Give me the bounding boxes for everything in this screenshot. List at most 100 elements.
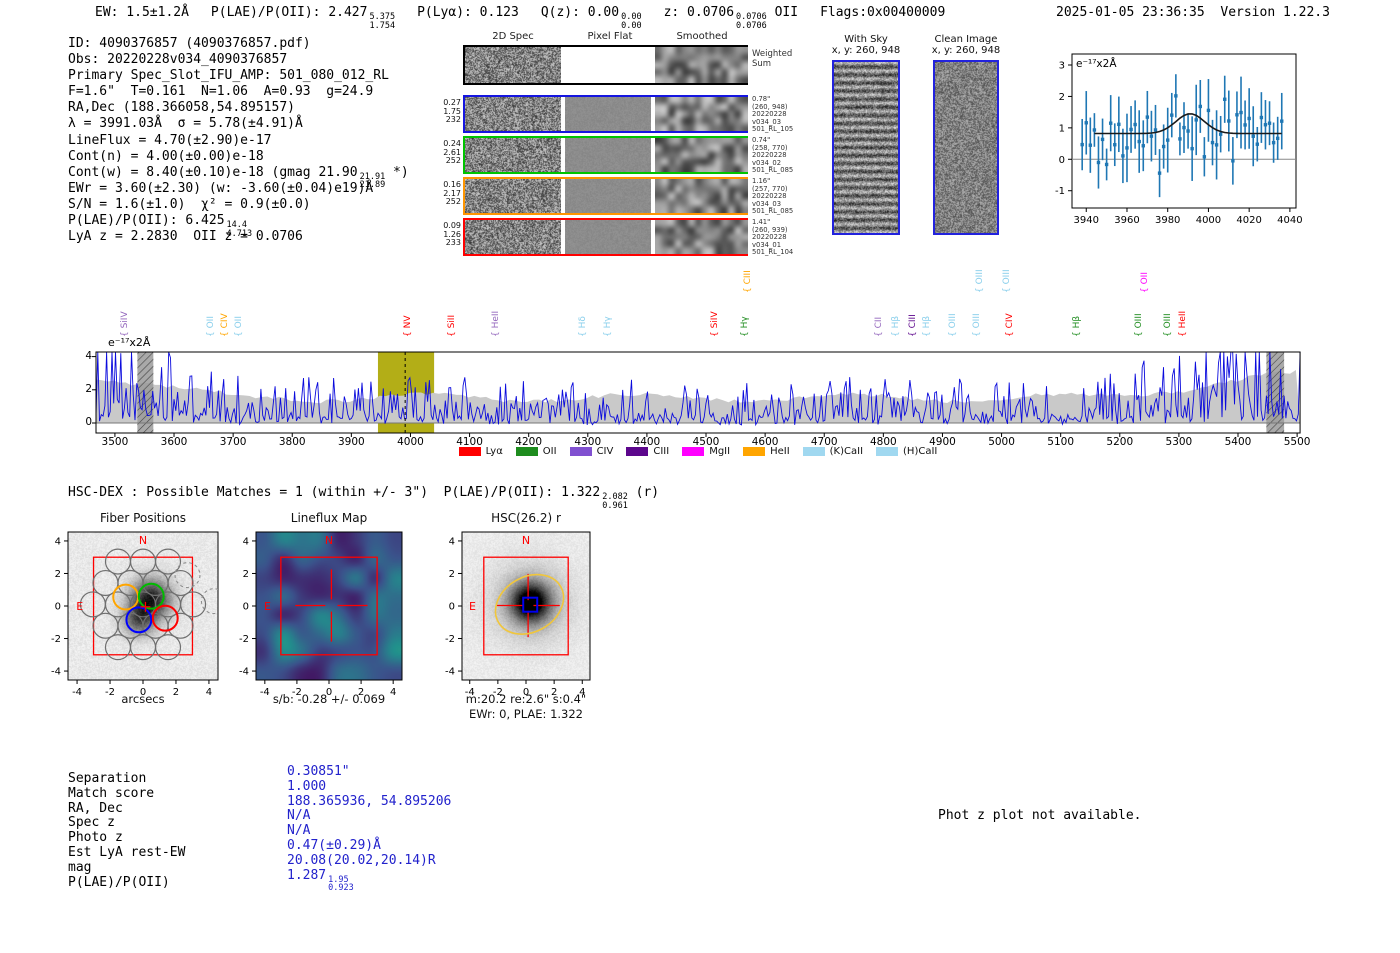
info-line-0: ID: 4090376857 (4090376857.pdf) <box>68 36 409 52</box>
info-line-5: λ = 3991.03Å σ = 5.78(±4.91)Å <box>68 116 303 131</box>
header-stat-1-frac: 5.375 1.754 <box>369 13 395 30</box>
compass-east: E <box>76 600 83 613</box>
match-value-2: 188.365936, 54.895206 <box>287 794 451 809</box>
cutout-row <box>463 45 748 85</box>
sky-panel-image-0 <box>832 60 900 235</box>
panel-y-tick-label: -4 <box>51 667 61 678</box>
fit-data-point <box>1125 146 1129 150</box>
sub: 0.00 <box>621 20 642 31</box>
cutout-row <box>463 95 748 133</box>
info-line-12: LyA z = 2.2830 OII z = 0.0706 <box>68 229 303 244</box>
info-line-8-post: *) <box>385 164 409 180</box>
legend-swatch <box>802 447 825 456</box>
fit-x-tick-label: 3960 <box>1114 215 1139 226</box>
info-line-12: LyA z = 2.2830 OII z = 0.0706 <box>68 229 409 245</box>
match-value-5-text: 0.47(±0.29)Å <box>287 837 381 853</box>
fiber-circle <box>129 548 157 575</box>
panel-y-tick-label: 4 <box>243 536 249 547</box>
fit-data-point <box>1190 146 1194 151</box>
cutout-right-meta: 0.78" (260, 948) 20220228 v034_03 501_RL… <box>752 95 794 134</box>
sub: 0.923 <box>328 883 354 894</box>
info-line-10-text: S/N = 1.6(±1.0) χ² = 0.9(±0.0) <box>68 196 311 212</box>
info-line-9: EWr = 3.60(±2.30) (w: -3.60(±0.04)e19)Å <box>68 181 409 197</box>
panel-y-tick-label: -2 <box>239 634 249 645</box>
info-line-8-text: Cont(w) = 8.40(±0.10)e-18 (gmag 21.90 <box>68 164 358 180</box>
legend-swatch <box>515 447 538 456</box>
fit-data-point <box>1080 142 1084 147</box>
panel-xlabel2-2: EWr: 0, PLAE: 1.322 <box>469 707 583 721</box>
line-marker-OII: { OII <box>233 316 244 337</box>
petrosian-ellipse <box>494 573 565 635</box>
fit-y-tick-label: 1 <box>1059 123 1065 134</box>
cutout-cell-image <box>465 179 561 213</box>
info-line-2-text: Primary Spec_Slot_IFU_AMP: 501_080_012_R… <box>68 68 389 84</box>
match-value-4: N/A <box>287 823 451 839</box>
fit-x-tick-label: 4020 <box>1236 215 1261 226</box>
info-line-10: S/N = 1.6(±1.0) χ² = 0.9(±0.0) <box>68 197 311 212</box>
panel-y-tick-label: -2 <box>51 634 61 645</box>
panel-overlays <box>79 548 218 661</box>
info-line-7: Cont(n) = 4.00(±0.00)e-18 <box>68 149 264 164</box>
fit-y-tick-label: 2 <box>1059 92 1065 103</box>
cutout-row <box>463 136 748 174</box>
legend-swatch <box>569 447 592 456</box>
match-value-4-text: N/A <box>287 823 311 839</box>
panel-svg-0: -4-4-2-2002244 NE <box>51 531 219 698</box>
panel-y-tick-label: -4 <box>239 667 249 678</box>
info-line-3: F=1.6" T=0.161 N=1.06 A=0.93 g=24.9 <box>68 84 409 100</box>
match-value-3: N/A <box>287 808 310 823</box>
header-stat-1: P(LAE)/P(OII): 2.427 5.375 1.754 <box>211 5 395 30</box>
info-line-7-text: Cont(n) = 4.00(±0.00)e-18 <box>68 148 264 164</box>
header-stat-5: Flags:0x00400009 <box>820 5 945 30</box>
match-value-7: 1.287 1.95 0.923 <box>287 868 451 894</box>
match-label-6: mag <box>68 859 92 875</box>
legend-item-HeII: HeII <box>743 446 790 457</box>
selected-fiber-circle <box>125 606 153 634</box>
panel-y-tick-label: 2 <box>243 569 249 580</box>
panel-y-tick-label: -4 <box>445 667 455 678</box>
fiber-circle <box>142 569 169 597</box>
fit-data-point <box>1194 118 1198 122</box>
legend-label: MgII <box>709 446 731 457</box>
line-marker-HeII: { HeII <box>491 310 502 337</box>
info-line-2: Primary Spec_Slot_IFU_AMP: 501_080_012_R… <box>68 68 409 84</box>
fit-data-point <box>1133 122 1137 127</box>
info-line-0: ID: 4090376857 (4090376857.pdf) <box>68 36 311 51</box>
info-line-5: λ = 3991.03Å σ = 5.78(±4.91)Å <box>68 116 409 132</box>
fiber-circle <box>155 548 182 575</box>
panel-frame <box>255 531 403 681</box>
cutout-cell-image <box>655 47 748 83</box>
match-value-4: N/A <box>287 823 310 838</box>
info-line-9: EWr = 3.60(±2.30) (w: -3.60(±0.04)e19)Å <box>68 181 373 196</box>
sky-panel-title-1: Clean Image x, y: 260, 948 <box>931 34 1001 56</box>
info-line-9-text: EWr = 3.60(±2.30) (w: -3.60(±0.04)e19)Å <box>68 180 374 196</box>
info-line-4: RA,Dec (188.366058,54.895157) <box>68 100 295 115</box>
info-line-10: S/N = 1.6(±1.0) χ² = 0.9(±0.0) <box>68 197 409 213</box>
header-stat-4-post: OII <box>766 5 799 20</box>
match-value-3-text: N/A <box>287 808 311 824</box>
panel-overlays <box>483 556 569 656</box>
fit-data-point <box>1255 142 1260 146</box>
cutout-cell-image <box>565 97 651 131</box>
legend-item-MgII: MgII <box>682 446 730 457</box>
fit-y-tick-label: -1 <box>1055 186 1065 197</box>
match-label-7: P(LAE)/P(OII) <box>68 874 170 890</box>
fit-data-point <box>1271 140 1276 145</box>
legend-item-CIV: CIV <box>569 446 613 457</box>
spectrum-legend: Lyα OII CIV CIII MgII HeII (K)CaII (H)CaII <box>96 446 1300 457</box>
header-stat-4: z: 0.0706 0.0706 0.0706 OII <box>664 5 798 30</box>
info-line-12-text: LyA z = 2.2830 OII z = 0.0706 <box>68 229 303 245</box>
compass-north: N <box>139 534 147 547</box>
match-value-6: 20.08(20.02,20.14)R <box>287 853 436 868</box>
header-stat-0-text: EW: 1.5±1.2Å <box>95 5 189 20</box>
legend-swatch <box>626 447 649 456</box>
info-line-1-text: Obs: 20220228v034_4090376857 <box>68 52 288 68</box>
fit-data-point <box>1267 121 1272 125</box>
hsc-summary-0-frac: 2.082 0.961 <box>602 493 628 510</box>
sky-hatch-band-lines <box>137 352 154 433</box>
fit-data-point <box>1243 123 1247 127</box>
cutout-col-header-2: Smoothed <box>676 31 728 42</box>
info-line-1: Obs: 20220228v034_4090376857 <box>68 52 287 67</box>
compass-north: N <box>325 534 333 547</box>
